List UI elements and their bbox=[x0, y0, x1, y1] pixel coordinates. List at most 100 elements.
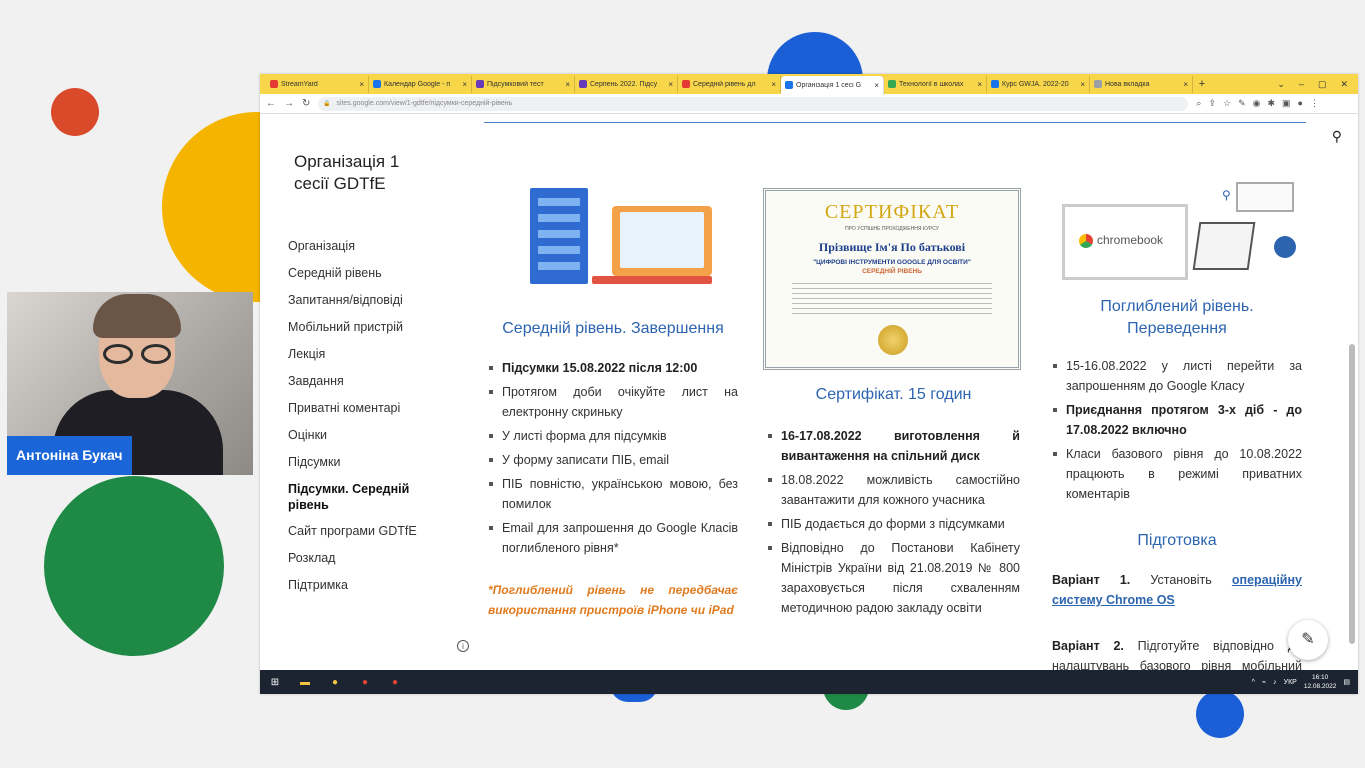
nav-item[interactable]: Приватні коментарі bbox=[288, 400, 448, 417]
browser-tab[interactable]: Організація 1 сесі G × bbox=[781, 75, 884, 95]
tab-favicon-icon bbox=[579, 80, 587, 88]
tab-search-icon[interactable]: ⌄ bbox=[1277, 79, 1285, 90]
tab-favicon-icon bbox=[270, 80, 278, 88]
browser-tab[interactable]: Нова вкладка × bbox=[1090, 75, 1193, 93]
nav-item[interactable]: Сайт програми GDTfE bbox=[288, 523, 448, 540]
tab-close-icon[interactable]: × bbox=[359, 80, 364, 89]
new-tab-button[interactable]: + bbox=[1193, 78, 1211, 90]
page-scrollbar[interactable] bbox=[1348, 154, 1356, 670]
list-item: ПІБ повністю, українською мовою, без пом… bbox=[488, 474, 738, 514]
browser-tab[interactable]: Підсумковий тест × bbox=[472, 75, 575, 93]
nav-item[interactable]: Завдання bbox=[288, 373, 448, 390]
zoom-icon[interactable]: ⌕ bbox=[1196, 98, 1201, 109]
address-bar: ← → ↻ sites.google.com/view/1-gdtfe/підс… bbox=[260, 94, 1358, 114]
clock[interactable]: 16:10 12.08.2022 bbox=[1304, 673, 1337, 691]
chrome-taskbar-icon[interactable]: ● bbox=[326, 673, 344, 691]
presenter-glasses bbox=[103, 344, 173, 364]
nav-item[interactable]: Підсумки bbox=[288, 454, 448, 471]
nav-item[interactable]: Підсумки. Середній рівень bbox=[288, 481, 448, 513]
extension-icon[interactable]: ◉ bbox=[1253, 98, 1261, 109]
section-heading: Середній рівень. Завершення bbox=[502, 320, 724, 337]
browser-tab[interactable]: Серпень 2022. Підсу × bbox=[575, 75, 678, 93]
tab-title: Середній рівень дл bbox=[693, 80, 756, 88]
language-indicator[interactable]: УКР bbox=[1284, 679, 1297, 686]
network-icon[interactable]: ⌁ bbox=[1262, 678, 1266, 686]
presenter-name-tag: Антоніна Букач bbox=[7, 436, 132, 475]
menu-dots-icon[interactable]: ⋮ bbox=[1310, 98, 1319, 109]
tab-close-icon[interactable]: × bbox=[874, 81, 879, 90]
chrome-taskbar-icon-2[interactable]: ● bbox=[356, 673, 374, 691]
browser-tab[interactable]: StreamYard × bbox=[266, 75, 369, 93]
certificate-level: СЕРЕДНІЙ РІВЕНЬ bbox=[862, 268, 922, 275]
url-input[interactable]: sites.google.com/view/1-gdtfe/підсумки-с… bbox=[318, 96, 1189, 111]
nav-item[interactable]: Розклад bbox=[288, 550, 448, 567]
decor-circle-blue-small bbox=[1196, 690, 1244, 738]
windows-start-icon[interactable]: ⊞ bbox=[266, 673, 284, 691]
browser-tab[interactable]: Технології в школах × bbox=[884, 75, 987, 93]
tab-title: Технології в школах bbox=[899, 80, 964, 88]
browser-tab[interactable]: Курс GWJA. 2022-20 × bbox=[987, 75, 1090, 93]
info-icon[interactable]: i bbox=[457, 640, 469, 652]
bookmark-star-icon[interactable]: ☆ bbox=[1223, 98, 1231, 109]
certificate-subtitle: ПРО УСПІШНЕ ПРОХОДЖЕННЯ КУРСУ bbox=[845, 226, 939, 232]
reload-icon[interactable]: ↻ bbox=[302, 98, 310, 109]
building-image bbox=[530, 188, 588, 284]
tab-title: Підсумковий тест bbox=[487, 80, 544, 88]
certificate-list: 16-17.08.2022 виготовлення й вивантаженн… bbox=[767, 426, 1020, 618]
certificate-name: Прізвище Ім'я По батькові bbox=[818, 240, 966, 254]
pen-extension-icon[interactable]: ✎ bbox=[1238, 98, 1246, 109]
tab-close-icon[interactable]: × bbox=[771, 80, 776, 89]
notifications-icon[interactable]: ▤ bbox=[1343, 678, 1350, 686]
tab-close-icon[interactable]: × bbox=[1080, 80, 1085, 89]
tab-close-icon[interactable]: × bbox=[1183, 80, 1188, 89]
nav-item[interactable]: Мобільний пристрій bbox=[288, 319, 448, 336]
minimize-button[interactable]: – bbox=[1299, 79, 1304, 90]
edit-button[interactable]: ✎ bbox=[1288, 620, 1328, 660]
tray-chevron-icon[interactable]: ^ bbox=[1252, 679, 1255, 686]
magnifier-icon: ⚲ bbox=[1222, 188, 1231, 202]
nav-item[interactable]: Підтримка bbox=[288, 577, 448, 594]
nav-item[interactable]: Оцінки bbox=[288, 427, 448, 444]
browser-tab[interactable]: Середній рівень дл × bbox=[678, 75, 781, 93]
share-icon[interactable]: ⇪ bbox=[1208, 98, 1216, 109]
nav-item[interactable]: Організація bbox=[288, 238, 448, 255]
school-illustration bbox=[522, 188, 718, 308]
chrome-taskbar-icon-3[interactable]: ● bbox=[386, 673, 404, 691]
section-heading: Поглиблений рівень. Переведення bbox=[1100, 298, 1254, 337]
list-item: Приєднання протягом 3-х діб - до 17.08.2… bbox=[1052, 400, 1302, 440]
tab-favicon-icon bbox=[682, 80, 690, 88]
close-window-button[interactable]: ✕ bbox=[1340, 79, 1348, 90]
browser-window: StreamYard × Календар Google - п × Підсумков… bbox=[260, 74, 1358, 694]
tab-close-icon[interactable]: × bbox=[462, 80, 467, 89]
nav-item[interactable]: Лекція bbox=[288, 346, 448, 363]
variant-2-label: Варіант 2. bbox=[1052, 639, 1124, 653]
nav-item[interactable]: Середній рівень bbox=[288, 265, 448, 282]
maximize-button[interactable]: ▢ bbox=[1318, 79, 1327, 90]
list-item: У листі форма для підсумків bbox=[488, 426, 738, 446]
note-text: *Поглиблений рівень не передбачає викори… bbox=[488, 583, 738, 617]
video-call-image bbox=[612, 206, 712, 276]
decor-circle-red bbox=[51, 88, 99, 136]
tab-favicon-icon bbox=[373, 80, 381, 88]
tab-close-icon[interactable]: × bbox=[977, 80, 982, 89]
chromebook-label: chromebook bbox=[1097, 233, 1164, 247]
volume-icon[interactable]: ♪ bbox=[1273, 679, 1277, 686]
back-icon[interactable]: ← bbox=[266, 98, 276, 109]
tab-title: StreamYard bbox=[281, 80, 318, 88]
forward-icon[interactable]: → bbox=[284, 98, 294, 109]
browser-tab[interactable]: Календар Google - п × bbox=[369, 75, 472, 93]
list-item: 16-17.08.2022 виготовлення й вивантаженн… bbox=[767, 426, 1020, 466]
tab-close-icon[interactable]: × bbox=[668, 80, 673, 89]
tab-favicon-icon bbox=[1094, 80, 1102, 88]
section-certificate: СЕРТИФІКАТ ПРО УСПІШНЕ ПРОХОДЖЕННЯ КУРСУ… bbox=[763, 188, 1021, 622]
variant-2: Варіант 2. Підготуйте відповідно до нала… bbox=[1052, 636, 1302, 670]
advanced-level-list: 15-16.08.2022 у листі перейти за запроше… bbox=[1052, 356, 1302, 504]
nav-item[interactable]: Запитання/відповіді bbox=[288, 292, 448, 309]
tab-close-icon[interactable]: × bbox=[565, 80, 570, 89]
file-explorer-icon[interactable]: ▬ bbox=[296, 673, 314, 691]
search-icon[interactable]: ⚲ bbox=[1332, 128, 1342, 145]
profile-avatar[interactable]: ● bbox=[1298, 98, 1303, 109]
list-item: Відповідно до Постанови Кабінету Міністр… bbox=[767, 538, 1020, 618]
puzzle-icon[interactable]: ✱ bbox=[1267, 98, 1275, 109]
sidepanel-icon[interactable]: ▣ bbox=[1282, 98, 1291, 109]
